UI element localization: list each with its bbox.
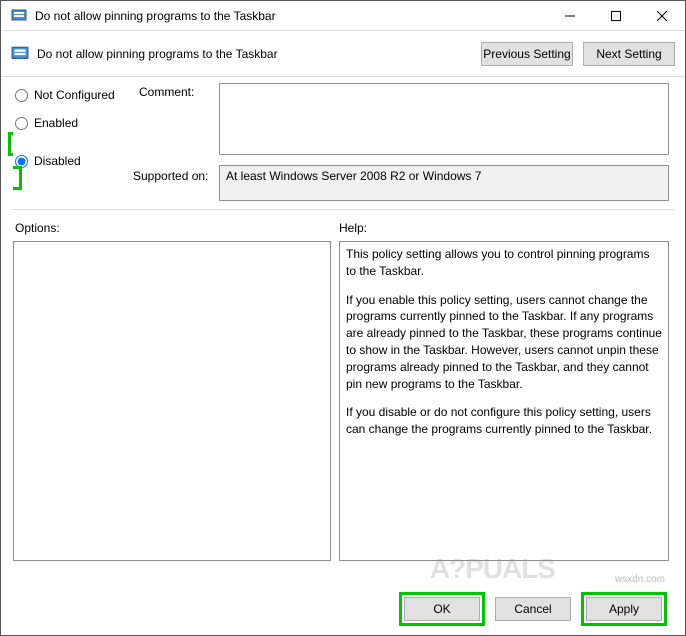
footer: OK Cancel Apply: [1, 583, 685, 635]
supported-on-text: At least Windows Server 2008 R2 or Windo…: [226, 169, 481, 183]
close-button[interactable]: [639, 1, 685, 31]
supported-on-box: At least Windows Server 2008 R2 or Windo…: [219, 165, 669, 201]
policy-title: Do not allow pinning programs to the Tas…: [37, 47, 471, 61]
help-paragraph-1: This policy setting allows you to contro…: [346, 246, 662, 280]
next-setting-button[interactable]: Next Setting: [583, 42, 675, 66]
radio-enabled[interactable]: Enabled: [13, 109, 115, 137]
disabled-highlight: Disabled: [8, 132, 115, 190]
ok-highlight: OK: [399, 592, 485, 626]
window-title: Do not allow pinning programs to the Tas…: [35, 9, 547, 23]
help-label: Help:: [339, 221, 367, 235]
radio-disabled-label: Disabled: [34, 154, 81, 168]
radio-not-configured-input[interactable]: [15, 89, 28, 102]
radio-not-configured[interactable]: Not Configured: [13, 81, 115, 109]
supported-on-label: Supported on:: [133, 169, 208, 183]
state-radio-group: Not Configured Enabled Disabled: [13, 81, 115, 185]
maximize-button[interactable]: [593, 1, 639, 31]
window-icon: [11, 8, 27, 24]
radio-not-configured-label: Not Configured: [34, 88, 115, 102]
watermark-logo: A?PUALS: [430, 553, 555, 585]
radio-disabled[interactable]: Disabled: [13, 151, 115, 171]
radio-disabled-input[interactable]: [15, 155, 28, 168]
radio-enabled-label: Enabled: [34, 116, 78, 130]
apply-button[interactable]: Apply: [586, 597, 662, 621]
minimize-button[interactable]: [547, 1, 593, 31]
policy-header: Do not allow pinning programs to the Tas…: [1, 31, 685, 77]
help-paragraph-3: If you disable or do not configure this …: [346, 404, 662, 438]
options-label: Options:: [15, 221, 60, 235]
radio-enabled-input[interactable]: [15, 117, 28, 130]
comment-textarea[interactable]: [219, 83, 669, 155]
comment-label: Comment:: [139, 85, 194, 99]
previous-setting-button[interactable]: Previous Setting: [481, 42, 573, 66]
ok-button[interactable]: OK: [404, 597, 480, 621]
separator: [11, 209, 675, 210]
options-box: [13, 241, 331, 561]
watermark-text: wsxdn.com: [615, 574, 665, 585]
apply-highlight: Apply: [581, 592, 667, 626]
policy-icon: [11, 45, 29, 63]
help-box: This policy setting allows you to contro…: [339, 241, 669, 561]
titlebar: Do not allow pinning programs to the Tas…: [1, 1, 685, 31]
cancel-button[interactable]: Cancel: [495, 597, 571, 621]
help-paragraph-2: If you enable this policy setting, users…: [346, 292, 662, 393]
